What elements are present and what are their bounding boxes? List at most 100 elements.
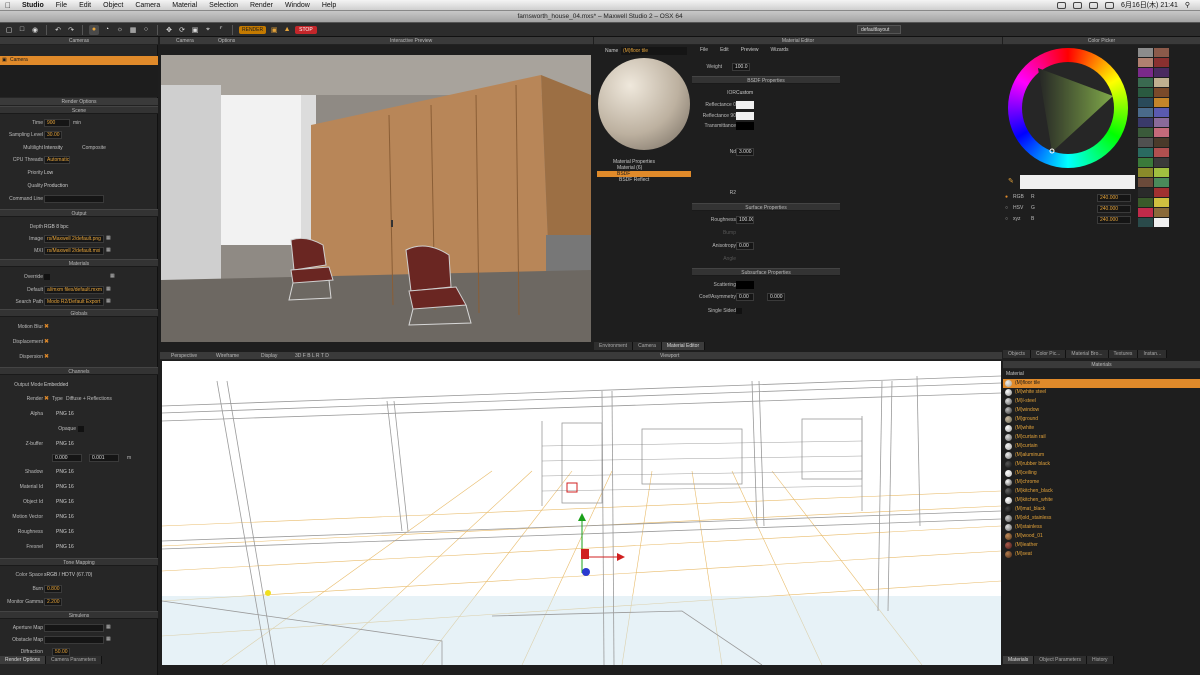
material-item[interactable]: (M)stainless — [1003, 523, 1200, 532]
menu-edit[interactable]: Edit — [73, 2, 97, 9]
tab-instances[interactable]: Instan... — [1138, 350, 1168, 358]
asymmetry-input[interactable]: 0.000 — [767, 293, 785, 301]
folder-icon[interactable]: ▦ — [106, 247, 111, 253]
tab-render-options[interactable]: Render Options — [0, 656, 47, 664]
default-mat-input[interactable]: al/mxm files/default.mxm — [44, 286, 104, 294]
stop-button[interactable]: STOP — [295, 25, 317, 34]
xyz-radio[interactable]: ○ — [1005, 216, 1008, 222]
materialid-format-select[interactable]: PNG 16 — [56, 483, 74, 491]
material-name-input[interactable]: (M)floor tile — [621, 47, 687, 55]
volume-icon[interactable] — [1105, 1, 1115, 9]
material-item[interactable]: (M)seat — [1003, 550, 1200, 559]
transmittance-swatch[interactable] — [736, 122, 754, 130]
menu-selection[interactable]: Selection — [203, 2, 244, 9]
layout-select[interactable]: defaultlayout — [857, 25, 901, 34]
menu-preview[interactable]: Preview — [741, 47, 759, 53]
menu-edit[interactable]: Edit — [720, 47, 729, 53]
ior-select[interactable]: Custom — [736, 89, 753, 97]
tab-material-browser[interactable]: Material Bro... — [1066, 350, 1109, 358]
folder-icon[interactable]: ▦ — [106, 286, 111, 292]
render-channel-checkbox[interactable]: ✖ — [44, 395, 49, 403]
emitter-icon[interactable]: ☼ — [115, 25, 125, 35]
colorspace-select[interactable]: sRGB / HDTV (67.70) — [44, 571, 92, 579]
search-icon[interactable]: ⚲ — [1185, 1, 1190, 9]
tab-objects[interactable]: Objects — [1003, 350, 1031, 358]
material-item[interactable]: (M)l-steel — [1003, 397, 1200, 406]
override-checkbox[interactable] — [44, 274, 50, 280]
move-icon[interactable]: ✥ — [164, 25, 174, 35]
swatch[interactable] — [1154, 88, 1169, 97]
swatch[interactable] — [1154, 118, 1169, 127]
shadow-format-select[interactable]: PNG 16 — [56, 468, 74, 476]
wifi-icon[interactable] — [1089, 1, 1099, 9]
weight-input[interactable]: 100.0 — [732, 63, 750, 71]
save-icon[interactable]: ◉ — [30, 25, 40, 35]
viewport-view-buttons[interactable]: 3D F B L R T D — [295, 352, 329, 360]
eyedropper-icon[interactable]: ✎ — [1008, 177, 1014, 185]
swatch[interactable] — [1154, 128, 1169, 137]
interactive-preview-render[interactable] — [161, 55, 591, 342]
motion-blur-checkbox[interactable]: ✖ — [44, 323, 49, 331]
camera-list-item[interactable]: ▣ Camera — [0, 56, 158, 65]
dispersion-checkbox[interactable]: ✖ — [44, 353, 49, 361]
menu-help[interactable]: Help — [316, 2, 342, 9]
swatch[interactable] — [1154, 208, 1169, 217]
sphere-icon[interactable]: ○ — [141, 25, 151, 35]
folder-icon[interactable]: ▦ — [110, 273, 115, 279]
material-item[interactable]: (M)chrome — [1003, 478, 1200, 487]
menu-camera[interactable]: Camera — [129, 2, 166, 9]
time-input[interactable]: 900 — [44, 119, 70, 127]
r-input[interactable]: 240.000 — [1097, 194, 1131, 202]
material-preview-sphere[interactable] — [598, 58, 690, 150]
swatch[interactable] — [1138, 198, 1153, 207]
redo-icon[interactable]: ↷ — [66, 25, 76, 35]
material-item[interactable]: (M)curtain — [1003, 442, 1200, 451]
folder-icon[interactable]: ▦ — [106, 298, 111, 304]
displacement-checkbox[interactable]: ✖ — [44, 338, 49, 346]
diffraction-input[interactable]: 50.00 — [52, 648, 70, 656]
material-item[interactable]: (M)window — [1003, 406, 1200, 415]
viewport-canvas[interactable] — [162, 361, 1001, 665]
swatch[interactable] — [1154, 218, 1169, 227]
swatch[interactable] — [1154, 78, 1169, 87]
output-mode-select[interactable]: Embedded — [44, 381, 68, 389]
material-item[interactable]: (M)ground — [1003, 415, 1200, 424]
material-item[interactable]: (M)kitchen_black — [1003, 487, 1200, 496]
swatch[interactable] — [1138, 168, 1153, 177]
material-item[interactable]: (M)wood_01 — [1003, 532, 1200, 541]
swatch[interactable] — [1154, 148, 1169, 157]
nd-input[interactable]: 3.000 — [736, 148, 754, 156]
tab-camera[interactable]: Camera — [633, 342, 662, 350]
status-icon[interactable] — [1057, 1, 1067, 9]
swatch[interactable] — [1154, 178, 1169, 187]
apple-icon[interactable]:  — [0, 1, 16, 10]
pivot-icon[interactable]: ⌖ — [203, 25, 213, 35]
objectid-format-select[interactable]: PNG 16 — [56, 498, 74, 506]
swatch[interactable] — [1138, 158, 1153, 167]
new-icon[interactable]: ▢ — [4, 25, 14, 35]
material-item[interactable]: (M)leather — [1003, 541, 1200, 550]
swatch[interactable] — [1138, 58, 1153, 67]
folder-icon[interactable]: ▦ — [106, 235, 111, 241]
swatch[interactable] — [1154, 98, 1169, 107]
zbuffer-min-input[interactable]: 0.000 — [52, 454, 82, 462]
clock[interactable]: 6月16日(木) 21:41 — [1121, 0, 1178, 10]
shaded-icon[interactable]: ● — [89, 24, 99, 35]
material-item[interactable]: (M)white steel — [1003, 388, 1200, 397]
rgb-radio[interactable]: ● — [1005, 194, 1008, 200]
viewport-display-menu[interactable]: Display — [261, 352, 277, 360]
depth-select[interactable]: RGB 8 bpc — [44, 223, 68, 231]
menu-window[interactable]: Window — [279, 2, 316, 9]
material-item[interactable]: (M)aluminum — [1003, 451, 1200, 460]
swatch[interactable] — [1154, 168, 1169, 177]
swatch[interactable] — [1154, 138, 1169, 147]
obstacle-input[interactable] — [44, 636, 104, 644]
preview-camera-menu[interactable]: Camera — [176, 37, 194, 45]
swatch[interactable] — [1138, 98, 1153, 107]
alpha-format-select[interactable]: PNG 16 — [56, 410, 74, 418]
mxi-path-input[interactable]: rs/Maxwell 2/default.mxi — [44, 247, 104, 255]
swatch[interactable] — [1138, 148, 1153, 157]
material-item[interactable]: (M)ceiling — [1003, 469, 1200, 478]
rotate-icon[interactable]: ⟳ — [177, 25, 187, 35]
swatch[interactable] — [1138, 178, 1153, 187]
